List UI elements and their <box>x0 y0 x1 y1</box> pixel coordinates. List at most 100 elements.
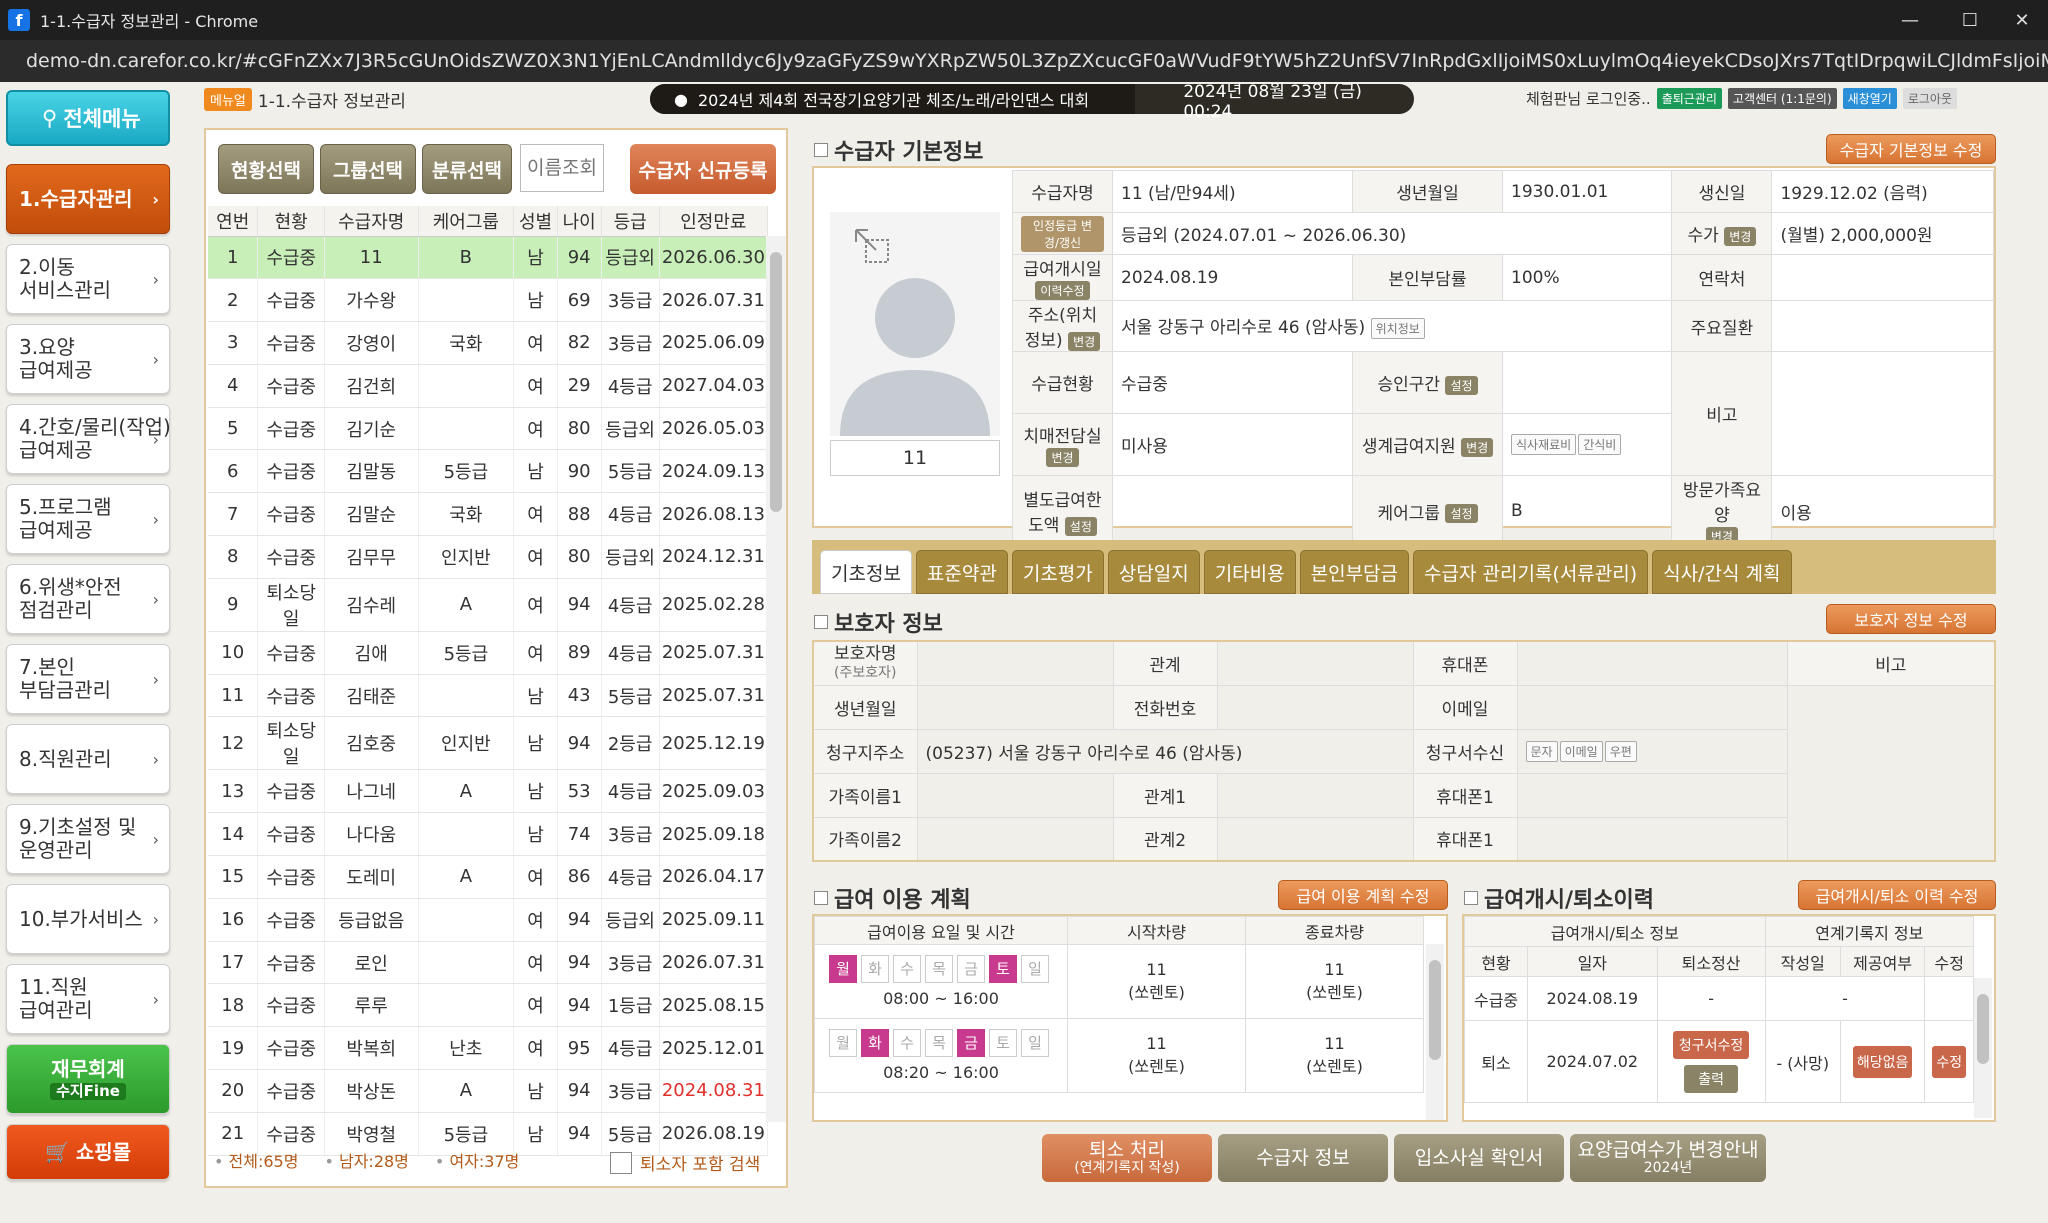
limit-set-button[interactable]: 설정 <box>1064 516 1097 536</box>
table-row[interactable]: 19 수급중 박복희 난초 여 95 4등급 2025.12.01 <box>208 1026 769 1071</box>
list-scrollbar[interactable] <box>766 236 786 1122</box>
nav-item-nursing[interactable]: 4.간호/물리(작업) 급여제공 › <box>6 404 171 474</box>
mail-button[interactable]: 우편 <box>1604 740 1637 762</box>
nav-item-payroll[interactable]: 11.직원 급여관리 › <box>6 964 170 1034</box>
table-row[interactable]: 1 수급중 11 B 남 94 등급외 2026.06.30 <box>208 236 769 280</box>
column-header[interactable]: 수급자명 <box>324 206 419 237</box>
fee-change-button[interactable]: 변경 <box>1724 226 1757 246</box>
table-row[interactable]: 14 수급중 나다움 남 74 3등급 2025.09.18 <box>208 812 769 857</box>
plan-row[interactable]: 월 화 수 목 금 토 일 08:20 ~ 16:00 11 (쏘렌토) 11 (쏘렌토) <box>814 1018 1424 1093</box>
table-row[interactable]: 12 퇴소당일 김호중 인지반 남 94 2등급 2025.12.19 <box>208 716 769 771</box>
recipient-info-button[interactable]: 수급자 정보 <box>1218 1134 1388 1182</box>
location-button[interactable]: 위치정보 <box>1370 318 1425 339</box>
maximize-icon[interactable]: ☐ <box>1940 0 2000 40</box>
minimize-icon[interactable]: — <box>1880 0 1940 40</box>
grade-change-button[interactable]: 인정등급 변경/갱신 <box>1021 215 1104 252</box>
fee-change-notice-button[interactable]: 요양급여수가 변경안내 2024년 <box>1570 1134 1766 1182</box>
new-window-button[interactable]: 새창열기 <box>1842 88 1897 109</box>
approve-set-button[interactable]: 설정 <box>1445 375 1478 395</box>
print-button[interactable]: 출력 <box>1684 1064 1738 1093</box>
tab-7[interactable]: 식사/간식 계획 <box>1652 550 1792 594</box>
all-menu-button[interactable]: ⚲ 전체메뉴 <box>6 90 170 146</box>
meal-cost-button[interactable]: 식사재료비 <box>1511 434 1577 455</box>
name-search-input[interactable] <box>520 144 604 192</box>
history-scrollbar[interactable] <box>1974 978 1992 1118</box>
email-button[interactable]: 이메일 <box>1559 740 1603 762</box>
discharge-button[interactable]: 퇴소 처리 (연계기록지 작성) <box>1042 1134 1212 1182</box>
history-row-edit-button[interactable]: 수정 <box>1932 1045 1967 1078</box>
register-recipient-button[interactable]: 수급자 신규등록 <box>630 144 776 194</box>
attendance-button[interactable]: 출퇴근관리 <box>1656 88 1722 109</box>
column-header[interactable]: 케어그룹 <box>418 206 515 237</box>
checkbox-icon[interactable] <box>610 1151 632 1174</box>
notice-text[interactable]: 2024년 제4회 전국장기요양기관 체조/노래/라인댄스 대회 <box>698 87 1089 111</box>
logout-button[interactable]: 로그아웃 <box>1902 88 1957 109</box>
start-history-button[interactable]: 이력수정 <box>1035 280 1090 300</box>
plan-row[interactable]: 월 화 수 목 금 토 일 08:00 ~ 16:00 11 (쏘렌토) 11 (쏘렌토) <box>814 944 1424 1019</box>
admission-cert-button[interactable]: 입소사실 확인서 <box>1394 1134 1564 1182</box>
tab-6[interactable]: 수급자 관리기록(서류관리) <box>1413 550 1649 594</box>
column-header[interactable]: 현황 <box>257 206 325 237</box>
nav-item-staff[interactable]: 8.직원관리 › <box>6 724 170 794</box>
table-row[interactable]: 6 수급중 김말동 5등급 남 90 5등급 2024.09.13 <box>208 449 769 494</box>
table-row[interactable]: 20 수급중 박상돈 A 남 94 3등급 2024.08.31 <box>208 1069 769 1113</box>
notice-ticker[interactable]: ● 2024년 제4회 전국장기요양기관 체조/노래/라인댄스 대회 2024년 … <box>650 82 1414 122</box>
nav-item-addons[interactable]: 10.부가서비스 › <box>6 884 170 954</box>
table-row[interactable]: 11 수급중 김태준 남 43 5등급 2025.07.31 <box>208 674 769 718</box>
edit-guardian-button[interactable]: 보호자 정보 수정 <box>1826 604 1996 634</box>
table-row[interactable]: 16 수급중 등급없음 여 94 등급외 2025.09.11 <box>208 898 769 942</box>
tab-1[interactable]: 표준약관 <box>915 550 1008 594</box>
nav-item-copay[interactable]: 7.본인 부담금관리 › <box>6 644 170 714</box>
edit-basic-info-button[interactable]: 수급자 기본정보 수정 <box>1826 134 1996 164</box>
tab-0[interactable]: 기초정보 <box>820 550 912 594</box>
address-bar[interactable]: demo-dn.carefor.co.kr/#cGFnZXx7J3R5cGUnO… <box>0 40 2048 82</box>
nav-item-recipients[interactable]: 1.수급자관리 › <box>6 164 170 234</box>
close-icon[interactable]: ✕ <box>1992 0 2048 40</box>
url-text[interactable]: demo-dn.carefor.co.kr/#cGFnZXx7J3R5cGUnO… <box>26 50 2048 72</box>
tab-5[interactable]: 본인부담금 <box>1299 550 1410 594</box>
sms-button[interactable]: 문자 <box>1525 740 1558 762</box>
support-button[interactable]: 고객센터 (1:1문의) <box>1727 88 1837 109</box>
table-row[interactable]: 18 수급중 루루 여 94 1등급 2025.08.15 <box>208 983 769 1028</box>
tab-3[interactable]: 상담일지 <box>1107 550 1200 594</box>
group-set-button[interactable]: 설정 <box>1445 504 1478 523</box>
column-header[interactable]: 성별 <box>513 206 558 237</box>
table-row[interactable]: 9 퇴소당일 김수레 A 여 94 4등급 2025.02.28 <box>208 578 769 632</box>
finance-button[interactable]: 재무회계 수지Fine <box>6 1044 170 1114</box>
nav-item-safety[interactable]: 6.위생*안전 점검관리 › <box>6 564 170 634</box>
table-row[interactable]: 15 수급중 도레미 A 여 86 4등급 2026.04.17 <box>208 855 769 899</box>
bill-edit-button[interactable]: 청구서수정 <box>1672 1030 1750 1059</box>
nav-item-care[interactable]: 3.요양 급여제공 › <box>6 324 170 394</box>
status-select-button[interactable]: 현황선택 <box>218 144 314 194</box>
nav-item-transport[interactable]: 2.이동 서비스관리 › <box>6 244 170 314</box>
snack-cost-button[interactable]: 간식비 <box>1578 434 1622 455</box>
column-header[interactable]: 인정만료 <box>659 206 769 237</box>
edit-history-button[interactable]: 급여개시/퇴소 이력 수정 <box>1798 880 1996 910</box>
shop-button[interactable]: 🛒 쇼핑몰 <box>6 1124 170 1180</box>
column-header[interactable]: 나이 <box>557 206 602 237</box>
table-row[interactable]: 17 수급중 로인 여 94 3등급 2026.07.31 <box>208 941 769 985</box>
nav-item-settings[interactable]: 9.기초설정 및 운영관리 › <box>6 804 170 874</box>
group-select-button[interactable]: 그룹선택 <box>320 144 416 194</box>
table-row[interactable]: 5 수급중 김기순 여 80 등급외 2026.05.03 <box>208 407 769 451</box>
table-row[interactable]: 10 수급중 김애 5등급 여 89 4등급 2025.07.31 <box>208 631 769 675</box>
column-header[interactable]: 등급 <box>601 206 660 237</box>
table-row[interactable]: 8 수급중 김무무 인지반 여 80 등급외 2024.12.31 <box>208 535 769 579</box>
table-row[interactable]: 2 수급중 가수왕 남 69 3등급 2026.07.31 <box>208 278 769 323</box>
manual-button[interactable]: 메뉴얼 <box>204 87 252 111</box>
table-row[interactable]: 4 수급중 김건희 여 29 4등급 2027.04.03 <box>208 364 769 408</box>
dementia-change-button[interactable]: 변경 <box>1046 447 1079 467</box>
column-header[interactable]: 연번 <box>208 206 259 237</box>
table-row[interactable]: 3 수급중 강영이 국화 여 82 3등급 2025.06.09 <box>208 321 769 365</box>
category-select-button[interactable]: 분류선택 <box>422 144 512 194</box>
edit-plan-button[interactable]: 급여 이용 계획 수정 <box>1278 880 1448 910</box>
table-row[interactable]: 7 수급중 김말순 국화 여 88 4등급 2026.08.13 <box>208 492 769 537</box>
address-change-button[interactable]: 변경 <box>1068 331 1101 351</box>
plan-scrollbar[interactable] <box>1426 944 1444 1120</box>
scroll-thumb[interactable] <box>770 252 782 512</box>
table-row[interactable]: 13 수급중 나그네 A 남 53 4등급 2025.09.03 <box>208 769 769 814</box>
not-applicable-button[interactable]: 해당없음 <box>1852 1045 1913 1078</box>
tab-2[interactable]: 기초평가 <box>1011 550 1104 594</box>
retired-search-checkbox[interactable]: 퇴소자 포함 검색 <box>610 1150 760 1175</box>
nav-item-program[interactable]: 5.프로그램 급여제공 › <box>6 484 170 554</box>
